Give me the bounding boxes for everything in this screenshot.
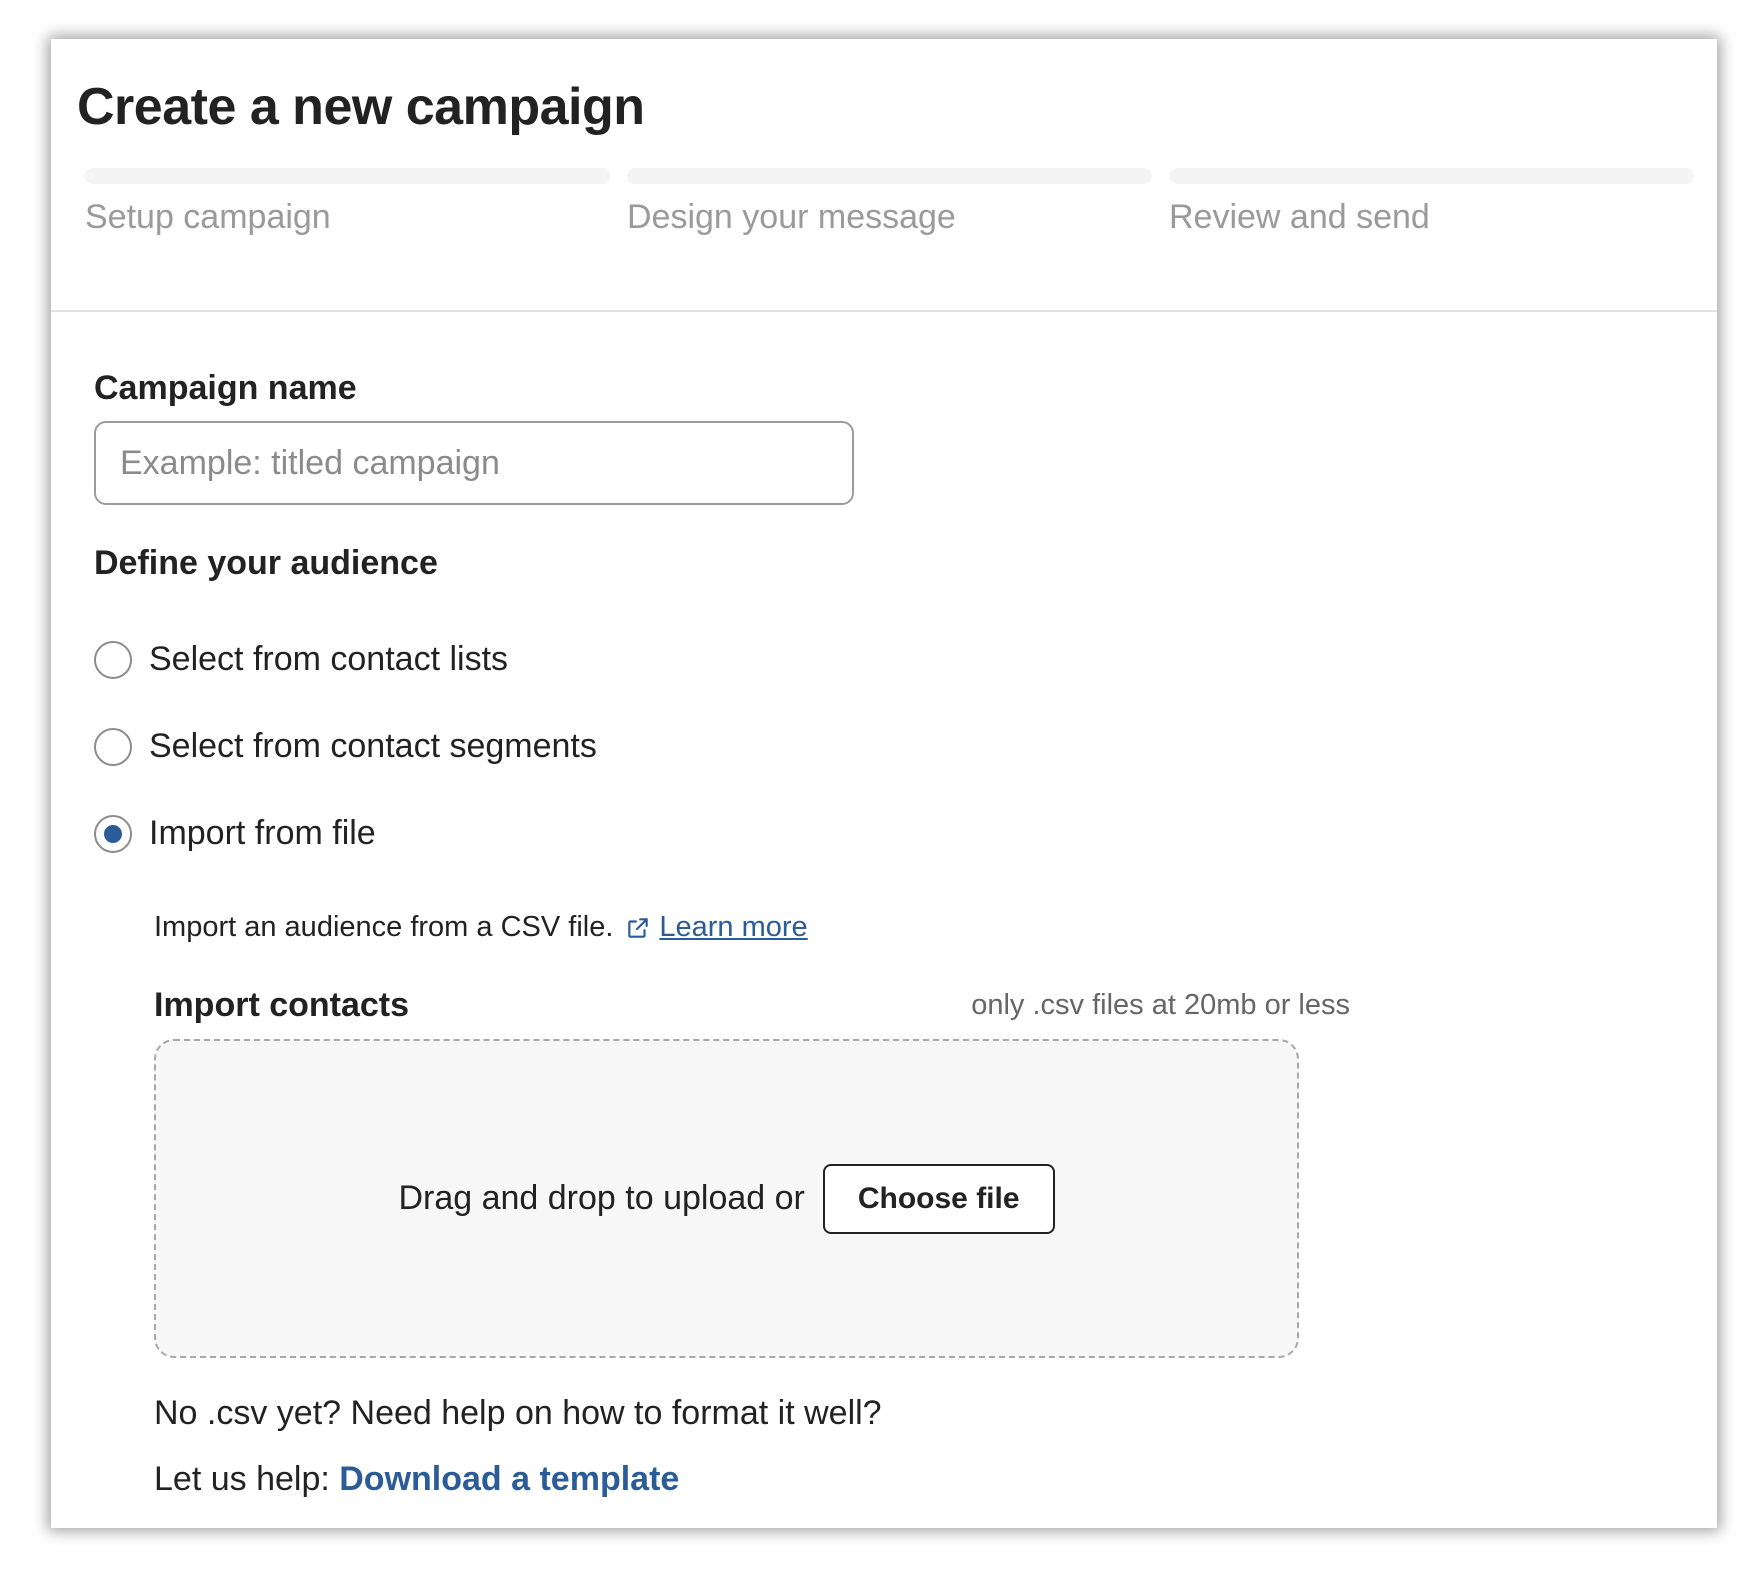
campaign-card: Create a new campaign Setup campaign Des…	[51, 39, 1717, 1528]
campaign-name-label: Campaign name	[94, 369, 357, 407]
step-label: Setup campaign	[85, 198, 331, 236]
import-description-text: Import an audience from a CSV file.	[154, 911, 614, 943]
step-progress: Setup campaign Design your message Revie…	[85, 168, 1694, 237]
file-size-hint: only .csv files at 20mb or less	[971, 989, 1350, 1021]
file-dropzone[interactable]: Drag and drop to upload or Choose file	[154, 1039, 1299, 1358]
radio-button[interactable]	[94, 640, 132, 679]
campaign-name-input[interactable]	[94, 421, 854, 505]
radio-label: Select from contact segments	[149, 727, 597, 765]
external-link-icon	[625, 915, 651, 941]
radio-button-selected[interactable]	[94, 814, 132, 853]
learn-more-link[interactable]: Learn more	[659, 911, 807, 944]
step-setup-campaign[interactable]: Setup campaign	[85, 168, 610, 237]
radio-option-contact-segments[interactable]: Select from contact segments	[94, 727, 597, 766]
step-review-send[interactable]: Review and send	[1169, 168, 1694, 237]
radio-label: Import from file	[149, 814, 376, 852]
dropzone-text: Drag and drop to upload or	[398, 1179, 805, 1217]
audience-label: Define your audience	[94, 544, 438, 582]
choose-file-button[interactable]: Choose file	[822, 1163, 1055, 1234]
step-label: Review and send	[1169, 198, 1430, 236]
import-contacts-label: Import contacts	[154, 986, 410, 1024]
radio-button[interactable]	[94, 727, 132, 766]
help-question: No .csv yet? Need help on how to format …	[154, 1394, 882, 1432]
step-progress-bar	[1169, 168, 1694, 184]
page-title: Create a new campaign	[77, 78, 645, 136]
import-description: Import an audience from a CSV file. Lear…	[154, 911, 808, 944]
step-progress-bar	[627, 168, 1152, 184]
help-prefix: Let us help:	[154, 1460, 330, 1498]
download-template-link[interactable]: Download a template	[339, 1460, 679, 1498]
radio-option-contact-lists[interactable]: Select from contact lists	[94, 640, 508, 679]
header-divider	[51, 310, 1717, 312]
radio-label: Select from contact lists	[149, 640, 509, 678]
radio-option-import-file[interactable]: Import from file	[94, 814, 376, 853]
step-label: Design your message	[627, 198, 956, 236]
step-progress-bar	[85, 168, 610, 184]
step-design-message[interactable]: Design your message	[627, 168, 1152, 237]
help-download-line: Let us help: Download a template	[154, 1460, 679, 1499]
